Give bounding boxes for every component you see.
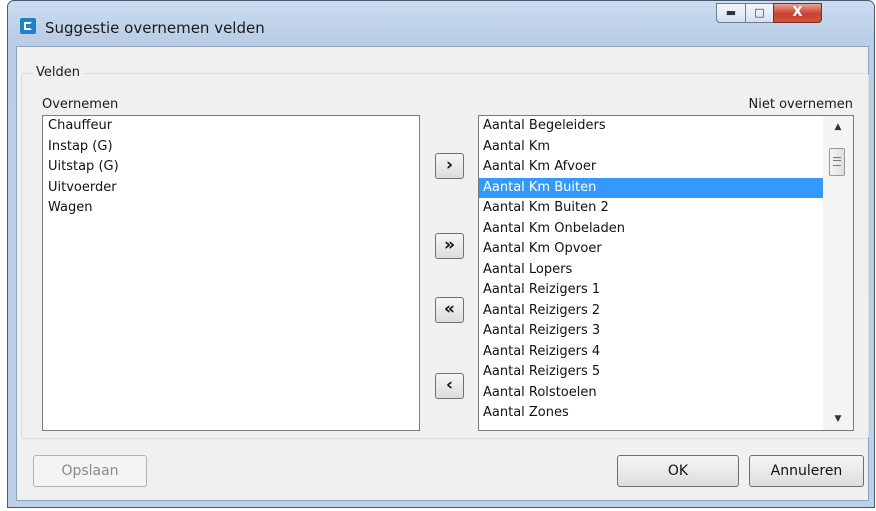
scroll-up-icon[interactable]: ▲	[823, 116, 853, 138]
list-item[interactable]: Aantal Km Afvoer	[479, 157, 853, 178]
niet-overnemen-label: Niet overnemen	[748, 97, 853, 112]
list-item[interactable]: Aantal Begeleiders	[479, 116, 853, 137]
remove-all-button[interactable]: «	[435, 297, 464, 323]
list-item[interactable]: Aantal Km	[479, 137, 853, 158]
overnemen-listbox[interactable]: Chauffeur Instap (G) Uitstap (G) Uitvoer…	[42, 115, 420, 431]
maximize-button[interactable]: □	[745, 3, 774, 23]
list-item[interactable]: Aantal Km Onbeladen	[479, 219, 853, 240]
list-item[interactable]: Aantal Reizigers 3	[479, 321, 853, 342]
close-button[interactable]: X	[773, 3, 822, 23]
vertical-scrollbar[interactable]: ▲ ▼	[823, 116, 853, 430]
list-item[interactable]: Chauffeur	[43, 116, 419, 137]
add-one-button[interactable]: ›	[435, 153, 464, 179]
list-item[interactable]: Aantal Reizigers 2	[479, 301, 853, 322]
add-all-button[interactable]: »	[435, 233, 464, 259]
close-icon: X	[792, 5, 803, 20]
list-item[interactable]: Uitvoerder	[43, 178, 419, 199]
minimize-button[interactable]: ▬	[716, 3, 746, 23]
minimize-icon: ▬	[725, 6, 737, 19]
overnemen-label: Overnemen	[42, 97, 119, 112]
list-item[interactable]: Uitstap (G)	[43, 157, 419, 178]
groupbox-label: Velden	[33, 65, 83, 80]
remove-one-button[interactable]: ‹	[435, 373, 464, 399]
window-title: Suggestie overnemen velden	[45, 19, 265, 37]
scroll-down-icon[interactable]: ▼	[823, 408, 853, 430]
list-item[interactable]: Aantal Km Buiten 2	[479, 198, 853, 219]
list-item[interactable]: Aantal Rolstoelen	[479, 383, 853, 404]
list-item[interactable]: Wagen	[43, 198, 419, 219]
list-item[interactable]: Aantal Reizigers 4	[479, 342, 853, 363]
ok-button[interactable]: OK	[617, 455, 739, 487]
list-item[interactable]: Aantal Reizigers 5	[479, 362, 853, 383]
save-button[interactable]: Opslaan	[33, 455, 147, 487]
app-icon	[20, 18, 36, 34]
scroll-thumb[interactable]	[829, 148, 845, 176]
list-item-selected[interactable]: Aantal Km Buiten	[479, 177, 825, 198]
title-bar[interactable]: Suggestie overnemen velden ▬ □ X	[8, 1, 874, 45]
list-item[interactable]: Aantal Km Opvoer	[479, 239, 853, 260]
list-item[interactable]: Instap (G)	[43, 137, 419, 158]
list-item[interactable]: Aantal Reizigers 1	[479, 280, 853, 301]
niet-overnemen-listbox[interactable]: Aantal Begeleiders Aantal Km Aantal Km A…	[478, 115, 854, 431]
cancel-button[interactable]: Annuleren	[749, 455, 864, 487]
list-item[interactable]: Aantal Lopers	[479, 260, 853, 281]
list-item[interactable]: Aantal Zones	[479, 403, 853, 424]
maximize-icon: □	[754, 6, 765, 19]
